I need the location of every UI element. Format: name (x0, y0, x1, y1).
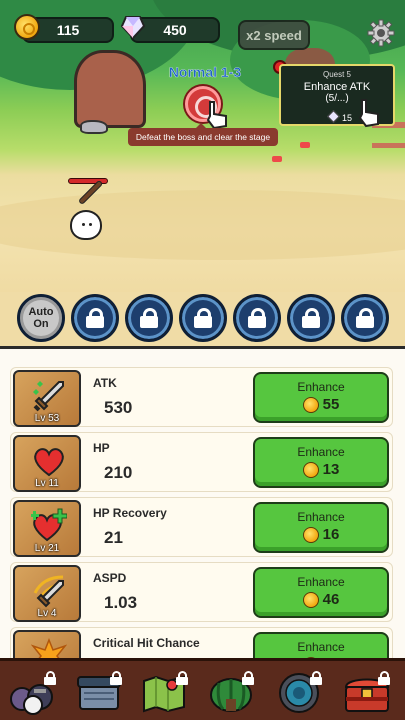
lock-icon (176, 671, 188, 685)
stat-name: Critical Hit Chance (93, 636, 200, 650)
stat-value: 21 (104, 528, 123, 547)
enhance-cost: 55 (322, 396, 340, 413)
enhance-label: Enhance (297, 380, 345, 394)
speed-label: x2 speed (246, 27, 302, 43)
stage-title: Normal 1-3 (168, 64, 242, 80)
stat-name: ATK (93, 376, 117, 390)
gem-amount: 450 (163, 22, 187, 38)
rock (80, 120, 108, 134)
stage-hint-tooltip: Defeat the boss and clear the stage (128, 123, 278, 146)
nav-map[interactable] (138, 665, 192, 719)
enhance-cost: 46 (322, 591, 340, 608)
enhance-hp-recovery-button[interactable]: Enhance 16 (253, 502, 389, 553)
upgrade-row-hp: Lv 11 HP 210 Enhance 13 (10, 432, 393, 492)
skill-slot-locked[interactable] (71, 294, 119, 342)
stat-value: 210 (104, 463, 133, 482)
gold-coin-icon (302, 396, 319, 413)
enemy-marker (300, 142, 310, 148)
dirt-path (0, 190, 405, 260)
atk-icon-box: Lv 53 (13, 370, 81, 427)
upgrade-row-critical: Critical Hit Chance Enhance 15 (10, 627, 393, 658)
upgrade-row-hp-recovery: Lv 21 HP Recovery 21 Enhance 16 (10, 497, 393, 557)
enhance-label: Enhance (297, 445, 345, 459)
nav-chest[interactable] (72, 665, 126, 719)
upgrade-row-atk: Lv 53 ATK 530 Enhance 55 (10, 367, 393, 427)
lock-icon (302, 308, 320, 328)
speed-button[interactable]: x2 speed (238, 20, 310, 50)
nav-treasure[interactable] (340, 665, 394, 719)
enhance-atk-button[interactable]: Enhance 55 (253, 372, 389, 423)
skill-slot-locked[interactable] (287, 294, 335, 342)
lock-icon (242, 671, 254, 685)
bottom-nav (0, 658, 405, 720)
skill-slot-locked[interactable] (233, 294, 281, 342)
hp-recovery-icon-box: Lv 21 (13, 500, 81, 557)
upgrade-row-aspd: Lv 4 ASPD 1.03 Enhance 46 (10, 562, 393, 622)
auto-label: Auto (28, 306, 54, 318)
sword-icon (33, 381, 64, 412)
tap-hand-icon (358, 99, 379, 128)
gem-icon (120, 16, 146, 40)
gold-amount: 115 (56, 22, 80, 38)
auto-skill-toggle[interactable]: Auto On (17, 294, 65, 342)
enhance-label: Enhance (297, 575, 345, 589)
stat-value: 1.03 (104, 593, 138, 612)
swift-sword-icon (33, 575, 64, 608)
lock-icon (248, 308, 266, 328)
tree-stump (74, 50, 146, 128)
gold-coin-icon (14, 14, 40, 40)
quest-header: Quest 5 (322, 70, 351, 79)
heart-icon (34, 448, 64, 477)
nav-portal[interactable] (272, 665, 326, 719)
stat-value: 530 (104, 398, 133, 417)
skill-bar: Auto On (0, 292, 405, 346)
hero-character (70, 210, 102, 240)
lock-icon (356, 308, 374, 328)
skill-slot-locked[interactable] (179, 294, 227, 342)
level-label: Lv 11 (35, 478, 59, 489)
stat-name: HP Recovery (93, 506, 167, 520)
lock-icon (44, 671, 56, 685)
lock-icon (310, 671, 322, 685)
gold-coin-icon (302, 591, 319, 608)
lock-icon (86, 308, 104, 328)
enhance-aspd-button[interactable]: Enhance 46 (253, 567, 389, 618)
battle-scene: 115 450 x2 speed Normal 1-3 Defeat the b… (0, 0, 405, 292)
enemy-marker (272, 156, 282, 162)
level-label: Lv 53 (34, 413, 60, 424)
critical-icon-box (13, 630, 81, 658)
enhance-hp-button[interactable]: Enhance 13 (253, 437, 389, 488)
critical-burst-icon (31, 638, 67, 658)
level-label: Lv 4 (37, 608, 57, 619)
enhance-cost: 16 (322, 526, 340, 543)
quest-title: Enhance ATK (303, 81, 371, 93)
lock-icon (378, 671, 390, 685)
enhance-label: Enhance (297, 510, 345, 524)
lock-icon (110, 671, 122, 685)
level-label: Lv 21 (34, 543, 60, 554)
lock-icon (140, 308, 158, 328)
auto-state: On (33, 318, 49, 330)
gear-icon[interactable] (366, 18, 396, 48)
heart-plus-icon (31, 508, 67, 542)
enhance-cost: 13 (322, 461, 340, 478)
upgrade-panel: Lv 53 ATK 530 Enhance 55 Lv 11 HP 210 En… (0, 346, 405, 658)
quest-reward: 15 (342, 113, 353, 123)
skill-slot-locked[interactable] (341, 294, 389, 342)
nav-heroes[interactable] (6, 665, 60, 719)
gold-coin-icon (302, 461, 319, 478)
stat-name: HP (93, 441, 110, 455)
gem-icon (327, 110, 340, 123)
aspd-icon-box: Lv 4 (13, 565, 81, 622)
hp-icon-box: Lv 11 (13, 435, 81, 492)
enhance-label: Enhance (297, 640, 345, 654)
skill-slot-locked[interactable] (125, 294, 173, 342)
stat-name: ASPD (93, 571, 127, 585)
nav-watermelon-house[interactable] (204, 665, 258, 719)
enhance-critical-button[interactable]: Enhance 15 (253, 632, 389, 658)
gold-coin-icon (302, 526, 319, 543)
lock-icon (194, 308, 212, 328)
